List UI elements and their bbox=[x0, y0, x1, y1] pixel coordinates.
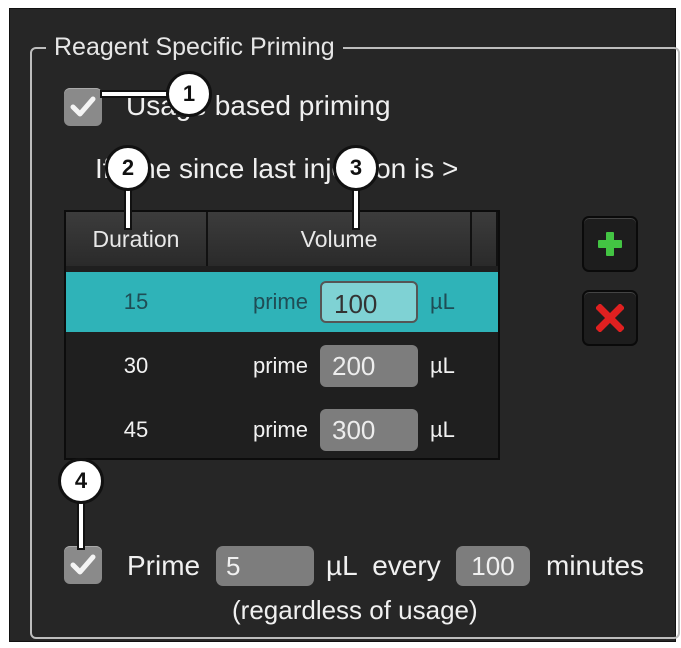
x-icon bbox=[596, 304, 624, 332]
row-unit: µL bbox=[430, 353, 455, 378]
usage-priming-checkbox[interactable] bbox=[64, 88, 102, 126]
checkmark-icon bbox=[70, 96, 96, 117]
row-unit: µL bbox=[430, 417, 455, 442]
row-unit: µL bbox=[430, 289, 455, 314]
table-row[interactable]: 15 prime 100 µL bbox=[66, 272, 498, 332]
row-duration: 30 bbox=[123, 353, 149, 378]
callout-2: 2 bbox=[105, 145, 151, 191]
column-header-duration[interactable]: Duration bbox=[66, 212, 208, 266]
regardless-note: (regardless of usage) bbox=[232, 595, 478, 625]
callout-4: 4 bbox=[58, 458, 104, 504]
prime-label: Prime bbox=[127, 550, 201, 581]
row-prime-label: prime bbox=[252, 289, 308, 314]
minutes-field[interactable]: 100 bbox=[456, 546, 530, 586]
row-prime-label: prime bbox=[252, 417, 308, 442]
delete-row-button[interactable] bbox=[582, 290, 638, 346]
unit-every-label: µL every bbox=[326, 550, 441, 581]
row-prime-label: prime bbox=[252, 353, 308, 378]
row-volume-field[interactable]: 300 bbox=[320, 409, 418, 451]
periodic-prime-checkbox[interactable] bbox=[64, 546, 102, 584]
row-volume-field[interactable]: 200 bbox=[320, 345, 418, 387]
minutes-label: minutes bbox=[546, 550, 645, 581]
row-volume-field[interactable]: 100 bbox=[320, 281, 418, 323]
priming-table: Duration Volume 15 prime 100 µL 30 prime… bbox=[64, 210, 500, 460]
plus-icon bbox=[598, 232, 622, 256]
column-header-spacer bbox=[472, 212, 498, 266]
checkmark-icon bbox=[70, 554, 96, 575]
callout-leader-1 bbox=[100, 90, 170, 98]
table-row[interactable]: 45 prime 300 µL bbox=[66, 400, 498, 460]
prime-volume-field[interactable]: 5 bbox=[216, 546, 314, 586]
column-header-volume[interactable]: Volume bbox=[208, 212, 472, 266]
callout-leader-4 bbox=[77, 500, 85, 550]
callout-1: 1 bbox=[166, 71, 212, 117]
row-duration: 45 bbox=[123, 417, 149, 442]
callout-3: 3 bbox=[333, 145, 379, 191]
add-row-button[interactable] bbox=[582, 216, 638, 272]
group-legend: Reagent Specific Priming bbox=[46, 30, 343, 64]
row-duration: 15 bbox=[123, 289, 149, 314]
table-row[interactable]: 30 prime 200 µL bbox=[66, 336, 498, 396]
